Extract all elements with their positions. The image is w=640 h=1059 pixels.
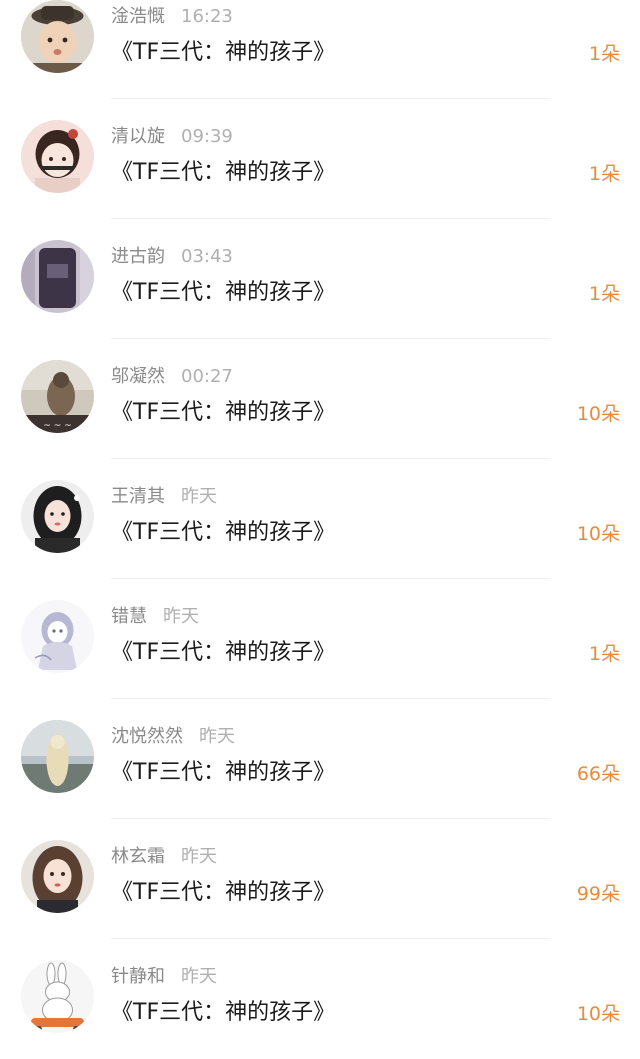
- book-title[interactable]: 《TF三代：神的孩子》: [111, 999, 335, 1027]
- avatar[interactable]: [21, 120, 94, 193]
- timestamp: 昨天: [181, 966, 217, 987]
- svg-text:~ ~ ~: ~ ~ ~: [43, 421, 71, 431]
- gift-record-list: 淦浩慨 16:23 《TF三代：神的孩子》 1朵 清以旋 09:39 《TF三代：神…: [0, 0, 640, 1059]
- book-title[interactable]: 《TF三代：神的孩子》: [111, 879, 335, 907]
- timestamp: 03:43: [181, 246, 233, 267]
- timestamp: 昨天: [181, 486, 217, 507]
- avatar-image-icon: [21, 120, 94, 193]
- flower-count: 10朵: [576, 403, 620, 425]
- avatar[interactable]: [21, 720, 94, 793]
- timestamp: 昨天: [163, 606, 199, 627]
- flower-count: 66朵: [576, 763, 620, 785]
- avatar[interactable]: [21, 240, 94, 313]
- avatar-image-icon: [21, 240, 94, 313]
- book-title[interactable]: 《TF三代：神的孩子》: [111, 519, 335, 547]
- book-title[interactable]: 《TF三代：神的孩子》: [111, 399, 335, 427]
- flower-count: 1朵: [588, 643, 620, 665]
- book-title[interactable]: 《TF三代：神的孩子》: [111, 159, 335, 187]
- user-name[interactable]: 淦浩慨 16:23: [111, 6, 233, 28]
- user-name[interactable]: 邬凝然 00:27: [111, 366, 233, 388]
- list-item[interactable]: 针静和 昨天 《TF三代：神的孩子》 10朵: [0, 939, 640, 1059]
- avatar-image-icon: [21, 600, 94, 673]
- list-item[interactable]: 王清其 昨天 《TF三代：神的孩子》 10朵: [0, 459, 640, 579]
- user-name[interactable]: 沈悦然然 昨天: [111, 726, 235, 748]
- book-title[interactable]: 《TF三代：神的孩子》: [111, 279, 335, 307]
- avatar-image-icon: ~ ~ ~: [21, 360, 94, 433]
- list-item[interactable]: 清以旋 09:39 《TF三代：神的孩子》 1朵: [0, 99, 640, 219]
- list-item[interactable]: 淦浩慨 16:23 《TF三代：神的孩子》 1朵: [0, 0, 640, 99]
- flower-count: 1朵: [588, 283, 620, 305]
- flower-count: 10朵: [576, 1003, 620, 1025]
- timestamp: 00:27: [181, 366, 233, 387]
- flower-count: 10朵: [576, 523, 620, 545]
- book-title[interactable]: 《TF三代：神的孩子》: [111, 639, 335, 667]
- list-item[interactable]: ~ ~ ~ 邬凝然 00:27 《TF三代：神的孩子》 10朵: [0, 339, 640, 459]
- timestamp: 昨天: [199, 726, 235, 747]
- timestamp: 09:39: [181, 126, 233, 147]
- list-item[interactable]: 沈悦然然 昨天 《TF三代：神的孩子》 66朵: [0, 699, 640, 819]
- avatar-image-icon: [21, 0, 94, 73]
- avatar-image-icon: [21, 840, 94, 913]
- user-name[interactable]: 错慧 昨天: [111, 606, 199, 628]
- avatar[interactable]: ~ ~ ~: [21, 360, 94, 433]
- avatar[interactable]: [21, 840, 94, 913]
- avatar[interactable]: [21, 480, 94, 553]
- book-title[interactable]: 《TF三代：神的孩子》: [111, 759, 335, 787]
- user-name[interactable]: 清以旋 09:39: [111, 126, 233, 148]
- timestamp: 昨天: [181, 846, 217, 867]
- avatar-image-icon: [21, 480, 94, 553]
- avatar-image-icon: [21, 720, 94, 793]
- avatar[interactable]: [21, 0, 94, 73]
- list-item[interactable]: 进古韵 03:43 《TF三代：神的孩子》 1朵: [0, 219, 640, 339]
- avatar[interactable]: [21, 600, 94, 673]
- list-item[interactable]: 错慧 昨天 《TF三代：神的孩子》 1朵: [0, 579, 640, 699]
- timestamp: 16:23: [181, 6, 233, 27]
- user-name[interactable]: 林玄霜 昨天: [111, 846, 217, 868]
- list-item[interactable]: 林玄霜 昨天 《TF三代：神的孩子》 99朵: [0, 819, 640, 939]
- user-name[interactable]: 王清其 昨天: [111, 486, 217, 508]
- user-name[interactable]: 针静和 昨天: [111, 966, 217, 988]
- book-title[interactable]: 《TF三代：神的孩子》: [111, 39, 335, 67]
- avatar-image-icon: [21, 960, 94, 1033]
- flower-count: 1朵: [588, 163, 620, 185]
- avatar[interactable]: [21, 960, 94, 1033]
- flower-count: 99朵: [576, 883, 620, 905]
- flower-count: 1朵: [588, 43, 620, 65]
- user-name[interactable]: 进古韵 03:43: [111, 246, 233, 268]
